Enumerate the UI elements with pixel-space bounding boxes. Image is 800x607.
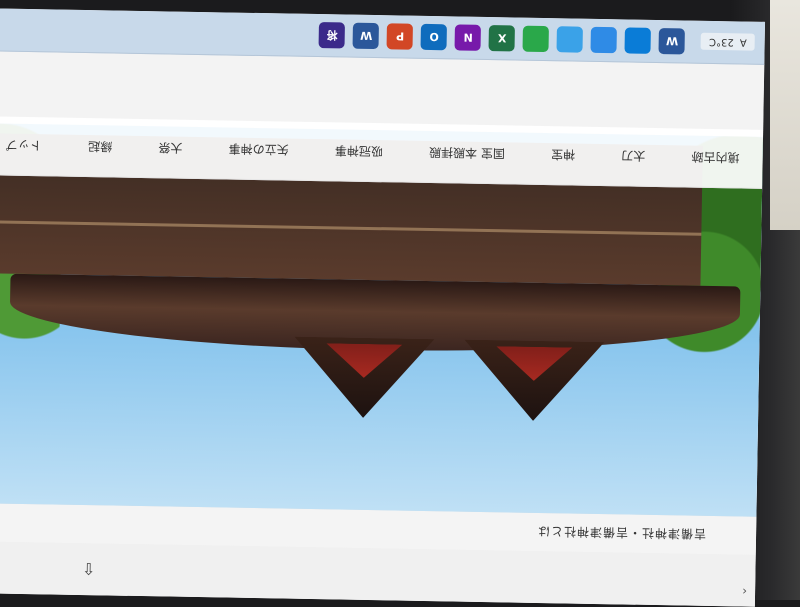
tray-temperature: 23°C <box>709 36 734 48</box>
nav-item-tachi[interactable]: 太刀 <box>613 142 654 172</box>
nav-item-top[interactable]: トップ <box>0 131 50 161</box>
shogi-icon[interactable]: 将 <box>318 22 346 49</box>
nav-item-kokuho[interactable]: 国宝 本殿拝殿 <box>421 138 513 169</box>
nav-item-shinpo[interactable]: 神宝 <box>543 140 584 170</box>
roof-gable-right <box>293 337 434 419</box>
monitor-screen: ⇧ ‹ 吉備津神社・吉備津神社とは 境内古跡 太刀 神宝 国宝 本殿拝殿 吸冠神… <box>0 8 766 607</box>
powerpoint-icon[interactable]: P <box>386 23 414 50</box>
tray-ime-icon: A <box>739 36 747 49</box>
word-icon[interactable]: W <box>658 28 686 55</box>
nav-item-taisai[interactable]: 大祭 <box>150 134 191 164</box>
browser-window: ⇧ ‹ 吉備津神社・吉備津神社とは 境内古跡 太刀 神宝 国宝 本殿拝殿 吸冠神… <box>0 50 765 607</box>
scroll-arrow-icon[interactable]: ‹ <box>742 585 747 599</box>
nav-item-engi[interactable]: 縁起 <box>80 132 121 162</box>
chrome-icon[interactable] <box>522 25 550 53</box>
word-alt-icon[interactable]: W <box>352 22 380 50</box>
outlook-icon[interactable]: O <box>420 23 448 51</box>
edge-alt-icon[interactable] <box>556 26 584 53</box>
roof-gable-left <box>463 340 604 422</box>
explorer-icon[interactable] <box>590 26 618 54</box>
system-tray[interactable]: A 23°C <box>700 33 755 52</box>
background-paper <box>770 0 800 230</box>
site-title: 吉備津神社・吉備津神社とは <box>536 524 707 542</box>
excel-icon[interactable]: X <box>488 25 516 52</box>
mouse-cursor-icon: ⇧ <box>81 559 96 579</box>
onenote-icon[interactable]: N <box>454 24 482 51</box>
nav-item-yadate[interactable]: 矢立の神事 <box>220 135 297 165</box>
edge-icon[interactable] <box>624 27 652 54</box>
nav-item-keidai[interactable]: 境内古跡 <box>683 143 748 173</box>
nav-item-shinji[interactable]: 吸冠神事 <box>327 137 392 167</box>
taskbar-apps: W X N O P W 将 <box>318 22 686 55</box>
